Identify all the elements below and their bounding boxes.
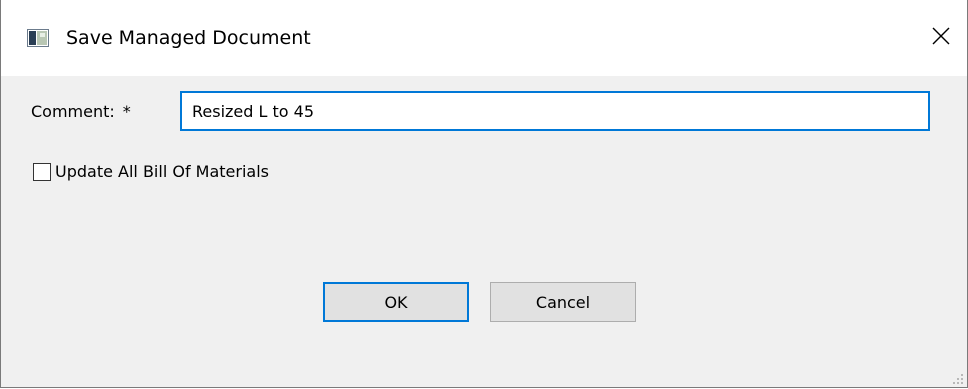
update-bom-checkbox-row[interactable]: Update All Bill Of Materials	[33, 160, 269, 184]
resize-grip-icon[interactable]	[950, 370, 964, 384]
update-bom-checkbox[interactable]	[33, 163, 51, 181]
title-bar: Save Managed Document	[1, 0, 967, 76]
app-window-icon	[27, 29, 49, 47]
cancel-button[interactable]: Cancel	[490, 282, 636, 322]
ok-button[interactable]: OK	[323, 282, 469, 322]
update-bom-label[interactable]: Update All Bill Of Materials	[55, 162, 269, 182]
close-button[interactable]	[921, 18, 961, 58]
save-managed-document-dialog: Save Managed Document Comment: * Update A…	[0, 0, 968, 388]
comment-label: Comment: *	[31, 102, 131, 122]
close-icon	[932, 27, 950, 49]
comment-label-text: Comment:	[31, 102, 115, 121]
comment-input[interactable]	[180, 91, 930, 131]
required-marker: *	[122, 102, 131, 121]
window-title: Save Managed Document	[66, 27, 311, 49]
